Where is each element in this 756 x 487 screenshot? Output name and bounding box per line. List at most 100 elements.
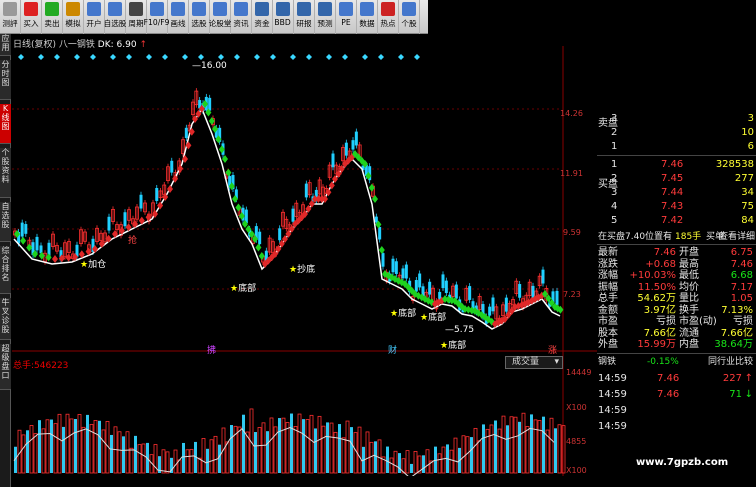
toolbar-button-label: 资金 [254, 19, 270, 28]
volume-header: 总手:546223 [13, 358, 68, 371]
price-tick-3: 9.59 [563, 228, 581, 237]
toolbar-button-10[interactable]: 论股堂 [209, 0, 231, 34]
tab-2[interactable]: K线图 [0, 104, 11, 144]
buy-row[interactable]: 1 7.46 328538 [597, 159, 756, 171]
volume-bar [305, 419, 310, 474]
stat-label-2: 流通 [679, 327, 699, 339]
volume-bar [497, 428, 502, 474]
candle-down [354, 131, 358, 146]
volume-bar [189, 448, 194, 474]
volume-bar [554, 428, 557, 473]
stat-row: 振幅 11.50% 均价 7.17 [597, 282, 756, 294]
tab-4[interactable]: 自选股 [0, 202, 11, 242]
sell-row[interactable]: 2 10 [597, 127, 756, 139]
volume-bar [206, 448, 209, 473]
signal-diamond-top [234, 54, 240, 60]
volume-bar [185, 449, 190, 474]
volume-bar [329, 422, 334, 474]
volume-bar [549, 417, 554, 474]
volume-bar [101, 429, 106, 474]
toolbar-button-6[interactable]: 周期 [126, 0, 147, 34]
volume-bar [425, 449, 430, 474]
checklist-icon [3, 2, 17, 16]
toolbar-button-4[interactable]: 开户 [84, 0, 105, 34]
tab-0[interactable]: 应用 [0, 34, 11, 56]
price-tick-1: 14.26 [560, 109, 583, 118]
toolbar-button-16[interactable]: PE [336, 0, 357, 34]
candle-down [24, 224, 28, 234]
volume-bar [537, 420, 542, 474]
toolbar-button-label: 测評 [2, 19, 18, 28]
toolbar-button-label: 卖出 [44, 19, 60, 28]
industry-compare-link: 同行业比较 [707, 357, 753, 367]
toolbar-button-12[interactable]: 资金 [252, 0, 273, 34]
toolbar-button-19[interactable]: 个股 [399, 0, 420, 34]
volume-bar [41, 428, 46, 474]
signal-diamond-top [74, 54, 80, 60]
volume-bar [285, 422, 290, 474]
buy-volume: 84 [741, 215, 754, 226]
stat-value-2: 7.66亿 [720, 327, 753, 339]
toolbar-button-11[interactable]: 资讯 [231, 0, 252, 34]
toolbar-button-7[interactable]: F10/F9 [144, 0, 170, 34]
toolbar-button-5[interactable]: 自选股 [104, 0, 126, 34]
signal-diamond [258, 252, 265, 260]
toolbar-button-15[interactable]: 预测 [315, 0, 336, 34]
buy-level: 1 [611, 159, 618, 170]
volume-bar [422, 455, 425, 473]
divider [597, 155, 756, 156]
event-marker-2: 财 [388, 346, 398, 356]
volume-bar [437, 453, 442, 474]
toolbar-button-2[interactable]: 卖出 [42, 0, 63, 34]
toolbar-button-13[interactable]: BBD [273, 0, 294, 34]
toolbar-button-1[interactable]: 买入 [21, 0, 42, 34]
signal-diamond-top [254, 54, 260, 60]
volume-bar [357, 426, 362, 474]
buy-row[interactable]: 4 7.43 75 [597, 201, 756, 213]
volume-bar [182, 442, 185, 473]
volume-bar [69, 418, 74, 474]
buy-row[interactable]: 2 7.45 277 [597, 173, 756, 185]
stat-label: 最新 [598, 247, 618, 258]
stat-label: 振幅 [598, 281, 618, 293]
signal-diamond-top [290, 54, 296, 60]
candle-down [414, 280, 418, 292]
sector-row[interactable]: 钢铁 -0.15% 同行业比较 [597, 356, 756, 368]
sell-row[interactable]: 16 [597, 141, 756, 153]
toolbar-button-0[interactable]: 测評 [0, 0, 21, 34]
stat-value: +0.68 [645, 258, 676, 270]
buy-row[interactable]: 3 7.44 34 [597, 187, 756, 199]
candle-down [20, 222, 24, 237]
draw-line-icon [171, 2, 185, 16]
toolbar-button-18[interactable]: 热点 [378, 0, 399, 34]
forecast-icon [318, 2, 332, 16]
candle-down [441, 274, 445, 289]
volume-indicator-select[interactable]: 成交量 ▾ [505, 356, 563, 369]
left-tab-bar: 应用分时图 K线图个股资料自选股综合排名牛叉诊股超级盘口 [0, 34, 11, 487]
candle-down [351, 140, 355, 150]
volume-bar [74, 419, 77, 473]
tab-6[interactable]: 牛叉诊股 [0, 298, 11, 340]
tab-7[interactable]: 超级盘口 [0, 344, 11, 390]
candle-down [378, 226, 382, 240]
toolbar-button-17[interactable]: 数据 [357, 0, 378, 34]
stat-label: 市盈 [598, 316, 618, 327]
signal-diamond-top [126, 54, 132, 60]
tab-3[interactable]: 个股资料 [0, 148, 11, 198]
volume-bar [314, 428, 317, 473]
tab-1[interactable]: 分时图 [0, 60, 11, 100]
sell-row[interactable]: 33 [597, 113, 756, 125]
tab-5[interactable]: 综合排名 [0, 246, 11, 294]
toolbar-button-8[interactable]: 画线 [168, 0, 189, 34]
bottom-label-2: ★底部 [390, 309, 417, 319]
sell-volume: 6 [747, 141, 754, 152]
toolbar-button-3[interactable]: 模拟 [63, 0, 84, 34]
detail-link[interactable]: 查看详细 [719, 231, 755, 243]
buy-row[interactable]: 5 7.42 84 [597, 215, 756, 227]
volume-bar [521, 412, 526, 474]
candle-down [374, 216, 378, 223]
toolbar-button-9[interactable]: 选股 [189, 0, 210, 34]
stat-row: 涨幅 +10.03% 最低 6.68 [597, 270, 756, 282]
signal-diamond-top [218, 54, 224, 60]
toolbar-button-14[interactable]: 研报 [294, 0, 315, 34]
